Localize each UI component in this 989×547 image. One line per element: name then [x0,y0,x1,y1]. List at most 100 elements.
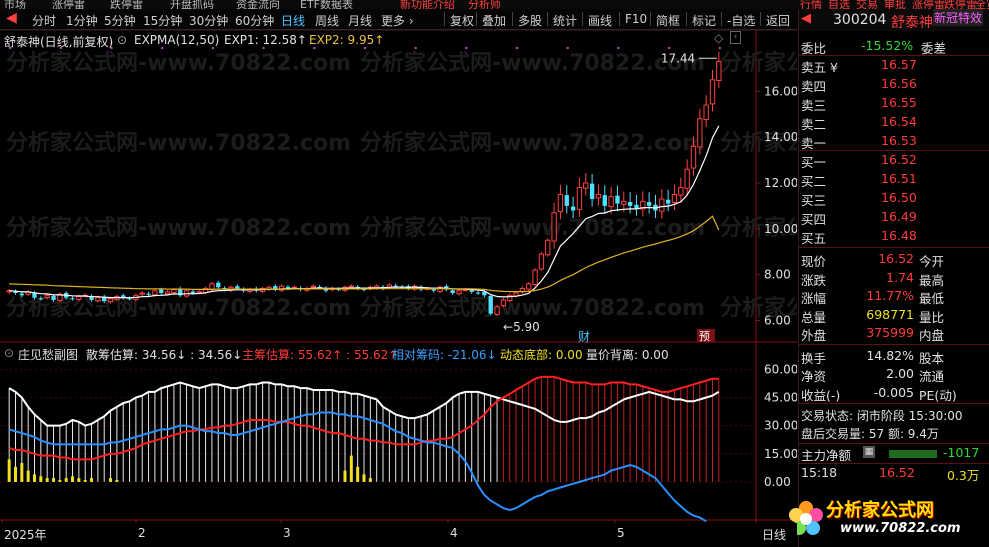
top-menu-item[interactable]: 涨停雷 [52,0,85,9]
top-menu-item[interactable]: ETF数据表 [300,0,353,9]
sell-row[interactable]: 卖三 16.55 [799,94,989,113]
period-tab[interactable]: 15分钟 [143,12,182,29]
sell-row[interactable]: 卖五 ¥ 16.57 [799,56,989,75]
candle-body [196,291,202,294]
dynamic-bottom-bar [14,466,18,482]
after-hours: 盘后交易量: 57 额: 9.4万 [801,427,939,441]
period-tab[interactable]: 周线 [315,12,339,29]
top-menu-item[interactable]: 分析师 [468,0,501,9]
toolbar-tool-button[interactable]: 简框 [656,12,680,29]
buy-row[interactable]: 买二 16.51 [799,170,989,189]
webi-row: 委比 -15.52% 委差 [799,37,989,56]
period-tab[interactable]: 分时 [32,12,56,29]
candle-body [564,195,569,206]
prev-stock-icon[interactable]: ◀ [801,11,811,26]
candle-body [469,290,474,292]
quote-panel: ◀ 300204 舒泰神 新冠特效 委比 -15.52% 委差 卖五 ¥ 16.57 卖四 16.5… [798,9,989,547]
toolbar-tool-button[interactable]: F10 [625,12,647,26]
stat-label: 现价 [801,254,827,269]
y-tick-label: 6.00 [764,314,791,328]
top-menu-item[interactable]: 开盘抓码 [170,0,214,9]
stat-label-right: 最低 [919,291,945,306]
toolbar-tool-button[interactable]: 统计 [553,12,577,29]
toolbar-separator [760,12,761,26]
candle-body [709,79,716,105]
toolbar-tool-button[interactable]: 多股 [518,12,542,29]
sub-chart-title[interactable]: 庄见愁副图 [18,346,78,363]
candle-body [146,293,151,295]
candle-body [76,295,82,300]
top-menu-item[interactable]: 跌停雷 [110,0,143,9]
x-axis-label: 5 [617,526,625,540]
period-tab[interactable]: 5分钟 [104,12,136,29]
candle-body [190,291,196,294]
earnings-marker[interactable]: 财 [578,330,590,344]
top-right-tab[interactable]: 涨停雷 [912,0,945,9]
toolbar-separator [547,12,548,26]
buy-row[interactable]: 买三 16.50 [799,189,989,208]
toolbar-tool-button[interactable]: 复权 [450,12,474,29]
exp1-label: EXP1: 12.58↑ [224,33,307,47]
stat-row: 涨跌 1.74 最高 [799,269,989,288]
stat-row: 净资 2.00 流通 [799,365,989,384]
dynamic-bottom-bar [362,474,366,482]
top-menu-item[interactable]: 新功能介绍 [400,0,455,9]
main-net-row[interactable]: 主力净额 ▦ -1017 [799,444,989,463]
toolbar-tool-button[interactable]: 画线 [588,12,612,29]
x-axis-label: 2 [138,526,146,540]
stat-label: 外盘 [801,328,827,343]
sell-row[interactable]: 卖四 16.56 [799,75,989,94]
tick-row: 15:18 16.52 0.3万 [799,464,989,483]
collapse-icon[interactable]: ‹ [730,31,741,44]
period-tab[interactable]: 30分钟 [189,12,228,29]
toolbar-tool-button[interactable]: 返回 [766,12,790,29]
toolbar-tool-button[interactable]: 叠加 [482,12,506,29]
period-tab[interactable]: 更多 › [381,12,414,29]
grid-icon[interactable]: ▦ [863,446,875,458]
candles [6,51,722,317]
settings-icon[interactable]: ⊙ [4,346,14,360]
top-right-tab[interactable]: 行情 [800,0,822,9]
buy-row[interactable]: 买五 16.48 [799,227,989,246]
dynamic-bottom-bar [64,478,68,482]
forecast-marker[interactable]: 预 [699,330,710,343]
top-right-tab[interactable]: 交易 [856,0,878,9]
event-dot [617,47,620,49]
top-right-tab[interactable]: 全览 [975,0,989,9]
stat-value: -0.005 [873,384,914,400]
buy-price: 16.48 [881,228,917,243]
event-dot [313,47,316,49]
period-tab[interactable]: 1分钟 [66,12,98,29]
sell-row[interactable]: 卖二 16.54 [799,113,989,132]
chart-area[interactable]: 分析家公式网-www.70822.com 分析家公式网-www.70822.com… [0,30,797,523]
top-right-tab[interactable]: 审批 [884,0,906,9]
candle-body [107,298,114,303]
candle-body [526,283,532,290]
period-tab[interactable]: 月线 [348,12,372,29]
divider [799,403,989,404]
watermark-text: 分析家公式网-www.70822.com [360,215,705,241]
concept-badge[interactable]: 新冠特效 [933,9,984,26]
period-tab[interactable]: 日线 [281,12,305,29]
indicator-name[interactable]: EXPMA(12,50) [134,33,219,47]
watermark-text: 分析家公式网-www.70822.com [6,130,351,156]
top-right-tab[interactable]: 跌停雷 [944,0,977,9]
diamond-icon[interactable]: ◇ [714,31,723,45]
dynamic-bottom-bar [7,459,11,482]
stat-value: 698771 [866,306,914,322]
candle-body [38,298,44,300]
toolbar-tool-button[interactable]: 标记 [692,12,716,29]
top-right-tab[interactable]: 自选 [828,0,850,9]
toolbar-tool-button[interactable]: -自选 [727,12,755,29]
top-menu-item[interactable]: 资金流向 [236,0,280,9]
candle-body [621,200,627,205]
buy-row[interactable]: 买四 16.49 [799,208,989,227]
top-menu-item[interactable]: 市场 [4,0,26,9]
sell-row[interactable]: 卖一 16.53 [799,132,989,151]
back-arrow-icon[interactable]: ◀ [6,10,17,26]
main-chart-title: 舒泰神(日线,前复权) [4,35,114,49]
settings-icon[interactable]: ⊙ [117,33,127,47]
period-tab[interactable]: 60分钟 [235,12,274,29]
buy-row[interactable]: 买一 16.52 [799,151,989,170]
candle-body [235,286,240,289]
